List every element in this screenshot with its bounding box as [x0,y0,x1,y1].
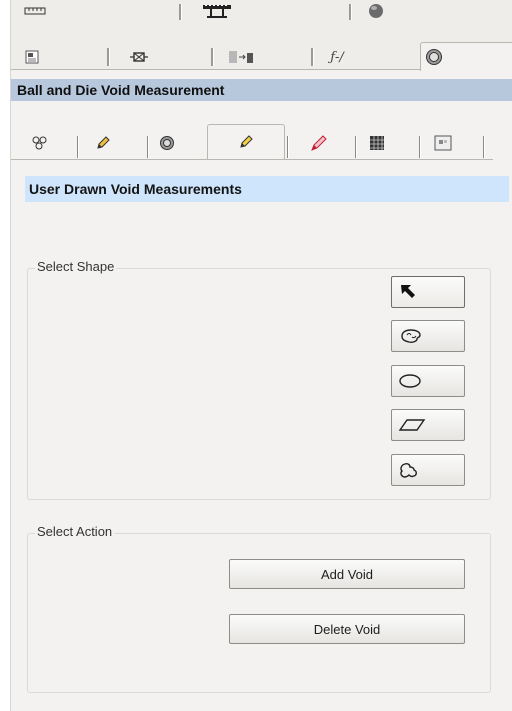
select-shape-label: Select Shape [35,259,117,274]
subtab-template[interactable] [413,130,473,156]
tab-sphere[interactable] [361,0,391,22]
tab-pin[interactable] [119,44,159,70]
ruler-icon [24,7,46,15]
sub-section-title: User Drawn Void Measurements [25,176,509,202]
delete-void-button[interactable]: Delete Void [229,614,465,644]
arrow-pointer-icon [401,285,415,298]
tab-target[interactable] [419,44,449,70]
subtab-ball[interactable] [137,130,197,156]
subtab-pencil-red[interactable] [289,130,349,156]
section-title: Ball and Die Void Measurement [11,79,512,101]
blob-shape-icon [401,329,421,343]
pencil-active-icon [240,135,253,148]
circles-icon [32,136,47,150]
top-tab-row-2: ƒ-/ [11,22,512,71]
select-action-group [27,533,491,693]
blob-shape-button[interactable] [391,320,465,352]
parallelogram-shape-button[interactable] [391,409,465,441]
tab-document[interactable] [17,44,47,70]
align-icon [229,51,253,63]
sub-tab-divider [11,159,493,160]
tab-ruler[interactable] [15,0,55,22]
ellipse-shape-icon [399,374,421,388]
tab-film-strip[interactable] [197,0,237,22]
ellipse-shape-button[interactable] [391,365,465,397]
grid-icon [370,136,384,150]
subtab-pencil[interactable] [73,130,133,156]
sphere-icon [369,4,383,18]
lasso-shape-icon [400,463,417,478]
sub-tab-bar [11,124,512,160]
subtab-circles[interactable] [11,130,71,156]
pencil-icon [97,136,110,149]
parallelogram-shape-icon [398,419,426,431]
top-tab-row-1 [11,0,512,22]
tab-function[interactable]: ƒ-/ [317,44,357,70]
pointer-tool-button[interactable] [391,276,465,308]
add-void-button[interactable]: Add Void [229,559,465,589]
document-icon [25,50,39,64]
film-strip-icon [203,5,231,18]
pencil-red-icon [311,135,327,151]
function-tab-label: ƒ-/ [330,49,344,65]
target-icon [426,49,442,65]
subtab-grid[interactable] [347,130,407,156]
select-action-label: Select Action [35,524,115,539]
pin-icon [130,52,148,62]
tab-align[interactable] [221,44,261,70]
lasso-shape-button[interactable] [391,454,465,486]
void-measurement-panel: ƒ-/ Ball and Die Void Measurement User D… [10,0,512,711]
template-icon [434,135,452,151]
subtab-pencil-active[interactable] [207,124,285,159]
ball-icon [160,136,174,150]
